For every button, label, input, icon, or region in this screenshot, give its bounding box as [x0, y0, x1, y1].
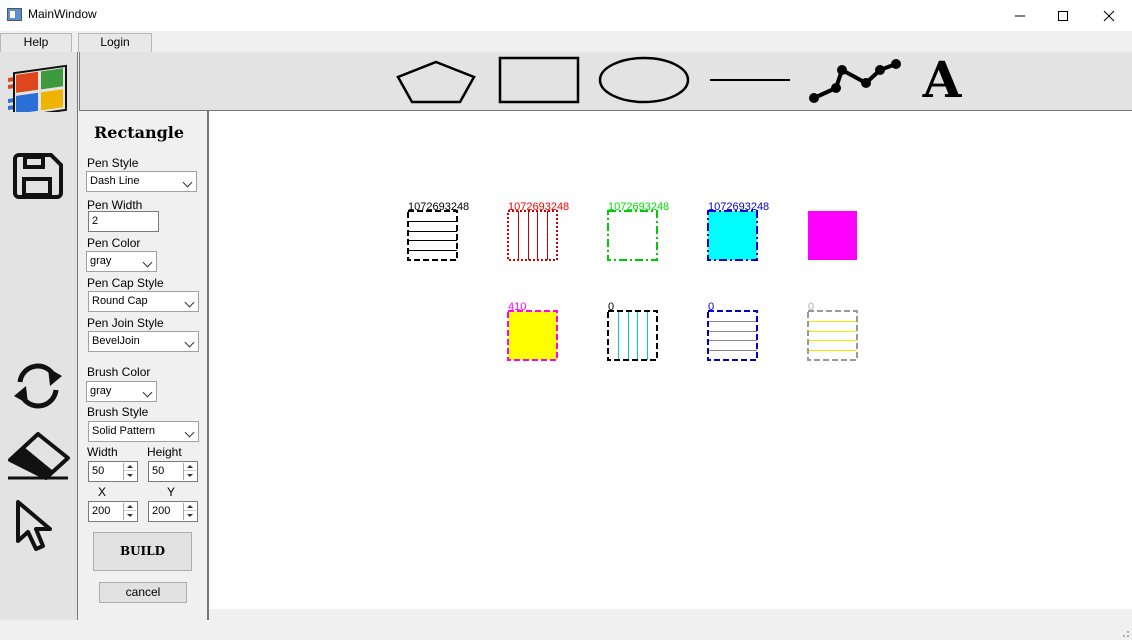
pen-color-select[interactable]: gray	[86, 251, 157, 272]
increment-arrow-icon[interactable]	[184, 503, 196, 511]
chevron-down-icon	[182, 177, 193, 188]
chevron-down-icon	[142, 387, 153, 398]
canvas-rectangle[interactable]: 1072693248	[607, 201, 669, 261]
chevron-down-icon	[184, 337, 195, 348]
x-label: X	[98, 485, 107, 499]
shape-id-label: 0	[608, 301, 614, 313]
pen-width-input[interactable]: 2	[88, 211, 159, 232]
text-icon[interactable]: A	[916, 52, 968, 108]
cancel-button[interactable]: cancel	[99, 582, 187, 603]
menu-bar: Help Login	[0, 31, 1132, 52]
windows-logo-icon	[8, 64, 67, 112]
chevron-down-icon	[184, 427, 195, 438]
decrement-arrow-icon[interactable]	[124, 471, 136, 479]
shape-id-label: 1072693248	[708, 201, 769, 213]
rectangle-icon[interactable]	[498, 56, 582, 106]
increment-arrow-icon[interactable]	[124, 503, 136, 511]
canvas-rectangle[interactable]: 0	[807, 301, 858, 361]
x-value: 200	[92, 505, 111, 517]
brush-style-label: Brush Style	[87, 405, 149, 419]
canvas-rectangle[interactable]	[808, 211, 857, 260]
canvas-rectangle[interactable]: 1072693248	[707, 201, 769, 261]
canvas-svg: 1072693248 1072693248 1072693248 1072693248…	[407, 201, 858, 361]
brush-style-value: Solid Pattern	[92, 425, 155, 437]
canvas-rectangle[interactable]: 0	[707, 301, 758, 361]
height-spinbox[interactable]: 50	[148, 461, 198, 482]
height-value: 50	[152, 465, 165, 477]
pen-join-select[interactable]: BevelJoin	[88, 331, 199, 352]
panel-title: Rectangle	[93, 123, 185, 142]
eraser-icon[interactable]	[6, 432, 72, 480]
pen-color-label: Pen Color	[87, 236, 141, 250]
close-icon	[1103, 10, 1115, 21]
maximize-icon	[1058, 10, 1068, 21]
build-button[interactable]: BUILD	[93, 532, 192, 571]
chevron-down-icon	[184, 297, 195, 308]
ellipse-icon[interactable]	[598, 56, 692, 106]
properties-panel: Rectangle Pen Style Dash Line Pen Width …	[79, 111, 209, 620]
menu-login[interactable]: Login	[78, 33, 152, 52]
window-title: MainWindow	[28, 7, 97, 21]
brush-color-value: gray	[90, 385, 112, 397]
pentagon-icon[interactable]	[394, 58, 478, 106]
decrement-arrow-icon[interactable]	[184, 471, 196, 479]
pen-color-value: gray	[90, 255, 112, 267]
shape-id-label: 1072693248	[508, 201, 569, 213]
refresh-icon[interactable]	[10, 362, 66, 410]
increment-arrow-icon[interactable]	[184, 463, 196, 471]
menu-help[interactable]: Help	[0, 33, 72, 52]
close-button[interactable]	[1086, 0, 1132, 31]
width-spinbox[interactable]: 50	[88, 461, 138, 482]
shape-id-label: 410	[508, 301, 526, 313]
brush-color-label: Brush Color	[87, 365, 151, 379]
pen-style-value: Dash Line	[90, 175, 140, 187]
pen-style-label: Pen Style	[87, 156, 139, 170]
width-label: Width	[87, 445, 118, 459]
decrement-arrow-icon[interactable]	[124, 511, 136, 519]
shape-id-label: 1072693248	[608, 201, 669, 213]
maximize-button[interactable]	[1040, 0, 1086, 31]
pen-cap-value: Round Cap	[92, 295, 148, 307]
y-value: 200	[152, 505, 171, 517]
pen-style-select[interactable]: Dash Line	[86, 171, 197, 192]
pen-cap-select[interactable]: Round Cap	[88, 291, 199, 312]
drawing-canvas[interactable]: 1072693248 1072693248 1072693248 1072693248…	[209, 111, 1132, 609]
decrement-arrow-icon[interactable]	[184, 511, 196, 519]
status-bar	[209, 609, 1132, 640]
title-bar: MainWindow	[0, 0, 1132, 31]
minimize-icon	[1015, 15, 1025, 16]
canvas-rectangle[interactable]: 1072693248	[507, 201, 569, 261]
shape-toolbar: A	[79, 52, 1132, 111]
app-icon	[7, 8, 22, 21]
pen-join-label: Pen Join Style	[87, 316, 164, 330]
increment-arrow-icon[interactable]	[124, 463, 136, 471]
pen-cap-label: Pen Cap Style	[87, 276, 164, 290]
chevron-down-icon	[142, 257, 153, 268]
pen-join-value: BevelJoin	[92, 335, 140, 347]
shape-id-label: 1072693248	[408, 201, 469, 213]
minimize-button[interactable]	[997, 0, 1043, 31]
y-spinbox[interactable]: 200	[148, 501, 198, 522]
brush-color-select[interactable]: gray	[86, 381, 157, 402]
canvas-rectangle[interactable]: 0	[607, 301, 658, 361]
x-spinbox[interactable]: 200	[88, 501, 138, 522]
pen-width-label: Pen Width	[87, 198, 143, 212]
resize-grip-icon[interactable]	[1120, 628, 1130, 638]
height-label: Height	[147, 445, 182, 459]
shape-id-label: 0	[708, 301, 714, 313]
save-icon[interactable]	[11, 153, 65, 199]
width-value: 50	[92, 465, 105, 477]
brush-style-select[interactable]: Solid Pattern	[88, 421, 199, 442]
shape-id-label: 0	[808, 301, 814, 313]
pointer-icon[interactable]	[12, 499, 62, 555]
line-icon[interactable]	[708, 72, 792, 88]
canvas-rectangle[interactable]: 410	[507, 301, 558, 361]
canvas-rectangle[interactable]: 1072693248	[407, 201, 469, 261]
polyline-icon[interactable]	[806, 56, 902, 106]
side-toolbar	[0, 52, 78, 620]
y-label: Y	[167, 485, 176, 499]
